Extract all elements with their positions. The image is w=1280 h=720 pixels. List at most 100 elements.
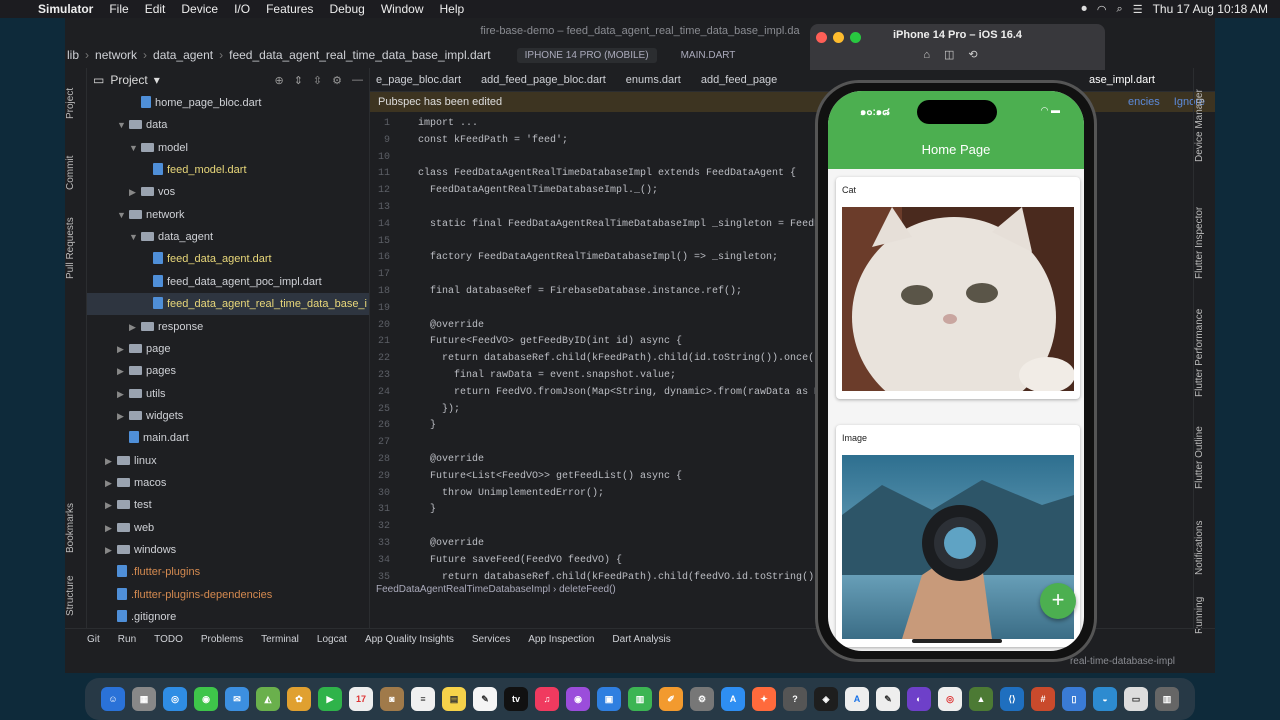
tab-device-manager[interactable]: Device Manager	[1194, 78, 1216, 173]
tree-file[interactable]: feed_model.dart	[87, 159, 369, 181]
menu-device[interactable]: Device	[173, 2, 226, 16]
github-desktop-icon[interactable]: ◐	[907, 687, 931, 711]
system-settings-icon[interactable]: ⚙	[690, 687, 714, 711]
code-line[interactable]: throw UnimplementedError();	[418, 488, 604, 499]
code-line[interactable]: return databaseRef.child(kFeedPath).chil…	[418, 353, 844, 364]
chevron-right-icon[interactable]: ▶	[117, 383, 129, 405]
tree-folder[interactable]: ▼ data_agent	[87, 226, 369, 248]
tab-pull-requests[interactable]: Pull Requests	[65, 208, 87, 288]
menu-app-name[interactable]: Simulator	[30, 2, 101, 16]
code-line[interactable]: return FeedVO.fromJson(Map<String, dynam…	[418, 387, 844, 398]
tree-file[interactable]: feed_data_agent.dart	[87, 248, 369, 270]
tree-folder[interactable]: ▶ widgets	[87, 405, 369, 427]
activity-monitor-icon[interactable]: ▲	[969, 687, 993, 711]
keynote-icon[interactable]: ▣	[597, 687, 621, 711]
tree-folder[interactable]: ▶ windows	[87, 539, 369, 561]
menubar-clock[interactable]: Thu 17 Aug 10:18 AM	[1153, 2, 1268, 16]
expand-icon[interactable]: ⇕	[294, 74, 303, 87]
record-icon[interactable]: ⏺	[1081, 3, 1087, 16]
code-line[interactable]: final databaseRef = FirebaseDatabase.ins…	[418, 286, 742, 297]
code-line[interactable]: factory FeedDataAgentRealTimeDatabaseImp…	[418, 252, 778, 263]
code-line[interactable]: return databaseRef.child(kFeedPath).chil…	[418, 572, 844, 583]
tree-folder[interactable]: ▶ vos	[87, 181, 369, 203]
chevron-down-icon[interactable]: ▼	[129, 137, 141, 159]
tab-flutter-outline[interactable]: Flutter Outline	[1194, 418, 1216, 498]
tool-terminal[interactable]: Terminal	[261, 634, 299, 645]
menu-help[interactable]: Help	[432, 2, 473, 16]
downloads-icon[interactable]: ▭	[1124, 687, 1148, 711]
code-line[interactable]: @override	[418, 320, 484, 331]
locate-icon[interactable]: ⊕	[274, 74, 283, 87]
podcasts-icon[interactable]: ◉	[566, 687, 590, 711]
notes-icon[interactable]: ▤	[442, 687, 466, 711]
code-line[interactable]: const kFeedPath = 'feed';	[418, 135, 568, 146]
figma-icon[interactable]: ◈	[814, 687, 838, 711]
crumb-network[interactable]: network	[95, 48, 137, 62]
freeform-icon[interactable]: ✎	[473, 687, 497, 711]
editor-tab[interactable]: e_page_bloc.dart	[376, 74, 461, 86]
pages-icon[interactable]: ✐	[659, 687, 683, 711]
search-icon[interactable]: ⌕	[1117, 3, 1123, 16]
chevron-right-icon[interactable]: ▶	[105, 450, 117, 472]
tree-folder[interactable]: ▶ page	[87, 338, 369, 360]
facetime-icon[interactable]: ▶	[318, 687, 342, 711]
tab-structure[interactable]: Structure	[65, 568, 87, 623]
chevron-right-icon[interactable]: ▶	[117, 405, 129, 427]
tree-file[interactable]: .gitignore	[87, 606, 369, 628]
trash-icon[interactable]: ▥	[1155, 687, 1179, 711]
tree-file[interactable]: feed_data_agent_real_time_data_base_i	[87, 293, 369, 316]
code-line[interactable]: @override	[418, 538, 484, 549]
collapse-icon[interactable]: ⇳	[313, 74, 322, 87]
tab-flutter-performance[interactable]: Flutter Performance	[1194, 303, 1216, 403]
tab-project[interactable]: Project	[65, 78, 87, 128]
device-selector[interactable]: IPHONE 14 PRO (MOBILE)	[516, 47, 657, 63]
screenshot-icon[interactable]: ◫	[944, 49, 968, 61]
menu-edit[interactable]: Edit	[137, 2, 174, 16]
code-line[interactable]: FeedDataAgentRealTimeDatabaseImpl._();	[418, 185, 658, 196]
crumb-file[interactable]: feed_data_agent_real_time_data_base_impl…	[229, 48, 491, 62]
code-line[interactable]: import ...	[418, 118, 478, 129]
minimize-icon[interactable]: —	[352, 74, 363, 87]
tree-file[interactable]: home_page_bloc.dart	[87, 92, 369, 114]
chrome-icon[interactable]: ◎	[938, 687, 962, 711]
photos-icon[interactable]: ✿	[287, 687, 311, 711]
vscode-icon[interactable]: ⟨⟩	[1000, 687, 1024, 711]
numbers-icon[interactable]: ▥	[628, 687, 652, 711]
code-line[interactable]: });	[418, 404, 460, 415]
run-config-selector[interactable]: MAIN.DART	[681, 50, 736, 61]
chevron-down-icon[interactable]: ▼	[117, 204, 129, 226]
finder-icon[interactable]: ☺	[101, 687, 125, 711]
tree-folder[interactable]: ▶ test	[87, 494, 369, 516]
tool-todo[interactable]: TODO	[154, 634, 183, 645]
tree-folder[interactable]: ▶ web	[87, 517, 369, 539]
chevron-right-icon[interactable]: ▶	[105, 494, 117, 516]
code-line[interactable]: Future<FeedVO> getFeedByID(int id) async…	[418, 336, 682, 347]
tool-app-inspection[interactable]: App Inspection	[528, 634, 594, 645]
editor-tab[interactable]: add_feed_page_bloc.dart	[481, 74, 606, 86]
safari-icon[interactable]: ◎	[163, 687, 187, 711]
code-line[interactable]: final rawData = event.snapshot.value;	[418, 370, 676, 381]
add-feed-fab[interactable]: +	[1040, 583, 1076, 619]
editor-tab[interactable]: add_feed_page	[701, 74, 777, 86]
menu-features[interactable]: Features	[258, 2, 321, 16]
tool-services[interactable]: Services	[472, 634, 510, 645]
chevron-right-icon[interactable]: ▶	[129, 316, 141, 338]
menu-window[interactable]: Window	[373, 2, 432, 16]
code-line[interactable]: static final FeedDataAgentRealTimeDataba…	[418, 219, 838, 230]
tree-folder[interactable]: ▶ response	[87, 316, 369, 338]
launchpad-icon[interactable]: ▦	[132, 687, 156, 711]
mail-icon[interactable]: ✉	[225, 687, 249, 711]
chevron-right-icon[interactable]: ▶	[105, 539, 117, 561]
tool-logcat[interactable]: Logcat	[317, 634, 347, 645]
tree-folder[interactable]: ▶ linux	[87, 450, 369, 472]
tree-folder[interactable]: ▶ pages	[87, 360, 369, 382]
feed-card[interactable]: Cat	[836, 177, 1080, 399]
tree-folder[interactable]: ▼ network	[87, 204, 369, 226]
chevron-down-icon[interactable]: ▼	[117, 114, 129, 136]
tree-folder[interactable]: ▶ utils	[87, 383, 369, 405]
chevron-right-icon[interactable]: ▶	[105, 517, 117, 539]
wifi-icon[interactable]: ◠	[1097, 3, 1107, 16]
control-center-icon[interactable]: ☰	[1133, 3, 1143, 16]
code-line[interactable]: class FeedDataAgentRealTimeDatabaseImpl …	[418, 168, 796, 179]
messages-icon[interactable]: ◉	[194, 687, 218, 711]
